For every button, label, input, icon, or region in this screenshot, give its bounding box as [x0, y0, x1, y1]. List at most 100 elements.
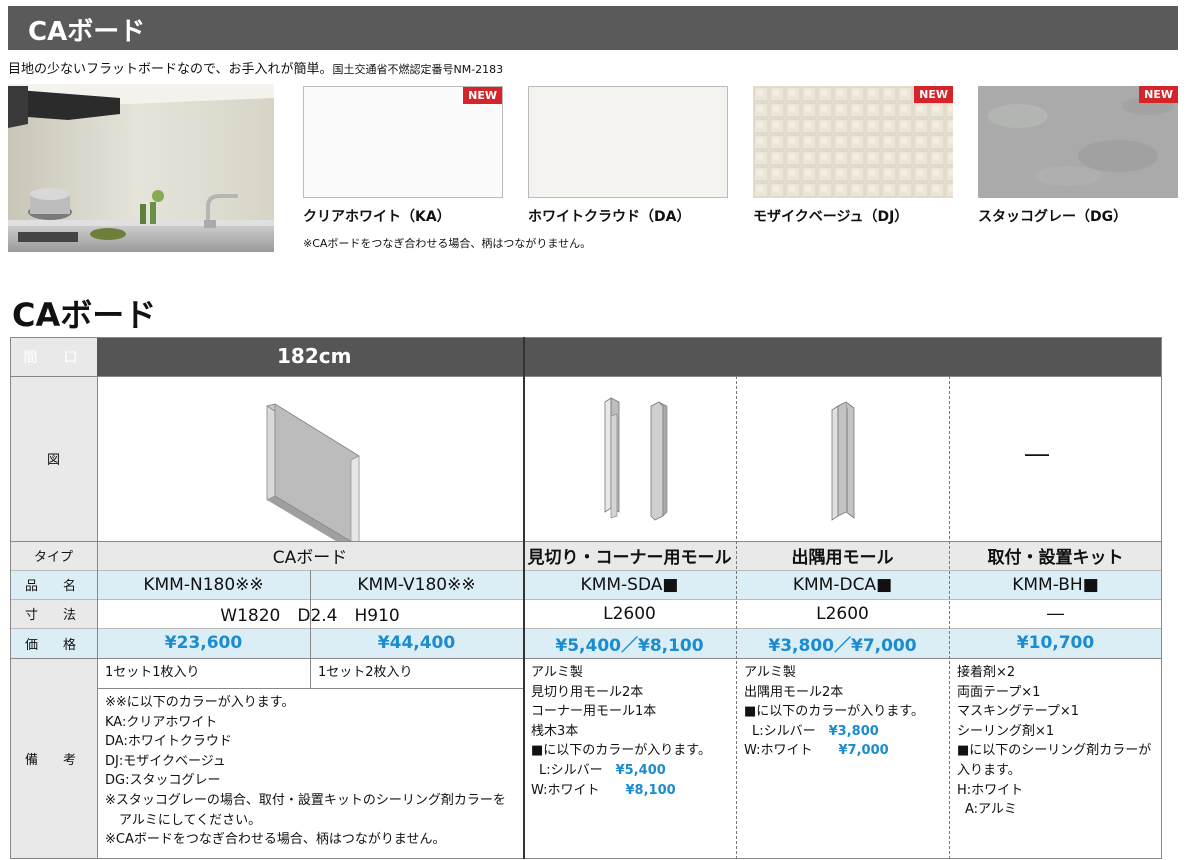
header-title: CAボード — [28, 17, 146, 47]
figure-sda — [523, 376, 736, 541]
swatch-stucco-gray: NEW — [978, 86, 1178, 198]
label-price: 価 格 — [10, 628, 97, 658]
grid-line — [10, 658, 1162, 659]
note-line: W:ホワイト ¥7,000 — [744, 741, 941, 761]
price-v180: ¥44,400 — [310, 628, 523, 658]
price-bh: ¥10,700 — [949, 628, 1162, 658]
figure-dca — [736, 376, 949, 541]
figure-board — [97, 376, 523, 551]
width-value: 182cm — [277, 344, 352, 368]
grid-line — [10, 376, 1162, 377]
notes-dca: アルミ製 出隅用モール2本 ■に以下のカラーが入ります。 L:シルバー ¥3,8… — [736, 658, 949, 859]
note-line: ※スタッコグレーの場合、取付・設置キットのシーリング剤カラーを — [105, 792, 506, 808]
color-price: ¥3,800 — [828, 723, 879, 739]
size-dca: L2600 — [736, 599, 949, 628]
notes-v180-set: 1セット2枚入り — [318, 665, 413, 680]
grid-line — [949, 376, 950, 859]
dca-molding-illustration — [831, 401, 855, 521]
new-badge: NEW — [463, 87, 502, 104]
note-line: L:シルバー ¥5,400 — [531, 761, 728, 781]
swatch-mosaic-beige: NEW — [753, 86, 953, 198]
notes-n180-set: 1セット1枚入り — [105, 665, 200, 680]
hinmei-dca: KMM-DCA■ — [736, 570, 949, 599]
width-header-blank — [523, 337, 1162, 376]
color-name: W:ホワイト — [744, 743, 813, 759]
grid-line — [97, 376, 98, 859]
note-line: W:ホワイト ¥8,100 — [531, 781, 728, 801]
color-name: W:ホワイト — [531, 782, 600, 798]
note-line: 出隅用モール2本 — [744, 684, 844, 700]
note-line: H:ホワイト — [957, 782, 1024, 798]
header-bar: CAボード — [8, 6, 1178, 50]
section-title: CAボード — [12, 296, 157, 334]
swatch-label: スタッコグレー（DG） — [978, 209, 1128, 225]
notes-bh: 接着剤×2 両面テープ×1 マスキングテープ×1 シーリング剤×1 ■に以下のシ… — [949, 658, 1162, 859]
label-width: 間 口 — [10, 337, 97, 376]
hinmei-v180: KMM-V180※※ — [310, 570, 523, 599]
size-bh: ― — [949, 599, 1162, 628]
note-line: マスキングテープ×1 — [957, 704, 1079, 720]
grid-line — [10, 337, 11, 859]
note-line: アルミ製 — [531, 665, 583, 680]
hinmei-n180: KMM-N180※※ — [97, 570, 310, 599]
label-type: タイプ — [10, 541, 97, 570]
note-line: A:アルミ — [965, 802, 1017, 818]
sda-molding-illustration — [604, 397, 668, 521]
swatch-label: モザイクベージュ（DJ） — [753, 209, 909, 225]
note-line: ※CAボードをつなぎ合わせる場合、柄はつながりません。 — [105, 832, 446, 848]
type-sda: 見切り・コーナー用モール — [523, 541, 736, 570]
note-line: 見切り用モール2本 — [531, 684, 644, 700]
grid-line — [523, 337, 525, 859]
note-line: L:シルバー ¥3,800 — [744, 722, 941, 742]
note-line: 接着剤×2 — [957, 665, 1016, 680]
notes-board: ※※に以下のカラーが入ります。 KA:クリアホワイト DA:ホワイトクラウド D… — [97, 688, 523, 859]
kitchen-photo — [8, 84, 274, 252]
note-line: ※※に以下のカラーが入ります。 — [105, 695, 295, 710]
price-dca: ¥3,800／¥7,000 — [736, 628, 949, 658]
color-price: ¥7,000 — [838, 743, 889, 759]
grid-line — [10, 337, 1162, 338]
swatch-label: クリアホワイト（KA） — [303, 209, 451, 225]
note-line: KA:クリアホワイト — [105, 714, 218, 730]
grid-line — [736, 376, 737, 859]
note-line: シーリング剤×1 — [957, 723, 1055, 739]
label-figure: 図 — [10, 376, 97, 541]
price-n180: ¥23,600 — [97, 628, 310, 658]
note-line: アルミにしてください。 — [119, 812, 262, 828]
swatch-fill — [529, 87, 727, 197]
note-line: ■に以下のカラーが入ります。 — [531, 743, 711, 759]
note-line: DA:ホワイトクラウド — [105, 734, 232, 750]
type-board: CAボード — [97, 541, 523, 570]
description: 目地の少ないフラットボードなので、お手入れが簡単。国土交通省不燃認定番号NM-2… — [8, 58, 503, 77]
hinmei-bh: KMM-BH■ — [949, 570, 1162, 599]
note-line: コーナー用モール1本 — [531, 704, 657, 720]
width-header: 182cm — [97, 337, 523, 376]
type-bh: 取付・設置キット — [949, 541, 1162, 570]
note-line: アルミ製 — [744, 665, 796, 680]
label-size: 寸 法 — [10, 599, 97, 628]
color-price: ¥5,400 — [615, 762, 666, 778]
note-line: DG:スタッコグレー — [105, 773, 221, 789]
swatch-white-cloud — [528, 86, 728, 198]
price-sda: ¥5,400／¥8,100 — [523, 628, 736, 658]
grid-line — [10, 599, 1162, 600]
type-dca: 出隅用モール — [736, 541, 949, 570]
spec-table: 間 口 182cm 図 ― タイプ CAボード 見切り・コーナー用モール 出隅用… — [10, 337, 1162, 859]
notes-sda: アルミ製 見切り用モール2本 コーナー用モール1本 桟木3本 ■に以下のカラーが… — [523, 658, 736, 859]
description-main: 目地の少ないフラットボードなので、お手入れが簡単。 — [8, 62, 333, 77]
hinmei-sda: KMM-SDA■ — [523, 570, 736, 599]
swatch-clear-white: NEW — [303, 86, 503, 198]
grid-line — [10, 541, 1162, 542]
label-notes: 備 考 — [10, 658, 97, 859]
grid-line — [10, 628, 1162, 629]
grid-line — [1161, 337, 1162, 859]
note-line: 入ります。 — [957, 762, 1021, 778]
grid-line — [310, 570, 311, 688]
grid-line — [97, 688, 523, 689]
size-sda: L2600 — [523, 599, 736, 628]
board-illustration — [266, 403, 360, 551]
note-line: 桟木3本 — [531, 723, 579, 739]
swatch-label: ホワイトクラウド（DA） — [528, 209, 691, 225]
color-name: L:シルバー — [539, 762, 603, 778]
note-line: DJ:モザイクベージュ — [105, 753, 226, 769]
